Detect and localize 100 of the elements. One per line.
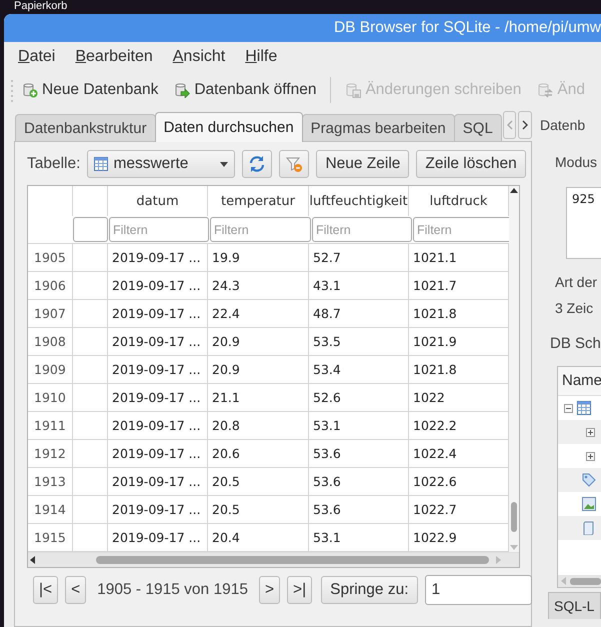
tab[interactable]: SQL-L	[548, 592, 601, 619]
table-cell: 53.4	[309, 356, 409, 383]
table-cell: 53.6	[309, 440, 409, 467]
table-cell: 53.1	[309, 412, 409, 439]
table-cell: 53.1	[309, 524, 409, 551]
row-number: 1910	[28, 384, 73, 411]
scrollbar-thumb[interactable]	[511, 502, 517, 532]
type-label: Art der	[554, 273, 598, 292]
previous-page-button[interactable]: <	[65, 576, 86, 604]
cell-editor[interactable]: 925	[566, 187, 601, 259]
expand-icon[interactable]	[586, 452, 595, 460]
table-icon	[577, 401, 591, 415]
toolbar-button[interactable]: Neue Datenbank	[14, 77, 166, 103]
column-header: Name	[558, 367, 601, 396]
column-header[interactable]: datum	[108, 186, 208, 216]
toolbar-button[interactable]: Datenbank öffnen	[166, 77, 324, 103]
filter-field[interactable]: Filtern	[109, 217, 209, 242]
menu-item[interactable]: Ansicht	[164, 48, 234, 66]
table-cell: 48.7	[309, 300, 409, 327]
row-number: 1915	[28, 524, 73, 551]
table-cell: 20.4	[208, 524, 309, 551]
chevron-right-icon	[522, 120, 528, 130]
tab[interactable]: Daten durchsuchen	[154, 112, 303, 142]
table-cell: 20.9	[208, 356, 309, 383]
menu-item[interactable]: Bearbeiten	[67, 48, 161, 66]
scroll-left-icon	[28, 556, 36, 564]
table-dropdown[interactable]: messwerte	[87, 150, 236, 178]
record-range: 1905 - 1915 von 1915	[97, 581, 248, 599]
next-page-button[interactable]: >	[258, 576, 280, 604]
refresh-icon	[248, 155, 266, 173]
filter-field[interactable]	[73, 217, 108, 242]
row-number: 1906	[28, 272, 73, 299]
row-number: 1914	[28, 496, 73, 523]
table-cell: 52.6	[309, 384, 409, 411]
filter-field[interactable]: Filtern	[312, 217, 412, 242]
collapse-icon[interactable]	[564, 404, 573, 412]
menu-item[interactable]: Hilfe	[237, 48, 286, 66]
image-icon	[582, 497, 596, 511]
dock-title: DB Sch	[549, 334, 601, 354]
table-cell: 2019-09-17 ...	[108, 412, 208, 439]
chevron-left-icon	[506, 120, 513, 130]
vertical-scrollbar[interactable]	[509, 186, 519, 552]
tab[interactable]: Pragmas bearbeiten	[302, 114, 455, 141]
table-cell: 2019-09-17 ...	[108, 272, 208, 299]
table-icon	[94, 157, 108, 171]
last-page-button[interactable]: >|	[287, 576, 312, 604]
table-cell: 2019-09-17 ...	[108, 244, 208, 271]
row-number: 1908	[28, 328, 73, 355]
refresh-button[interactable]	[242, 150, 272, 178]
row-number: 1913	[28, 468, 73, 495]
table-cell: 2019-09-17 ...	[108, 300, 208, 327]
scrollbar-thumb[interactable]	[96, 556, 489, 564]
database-plus-icon	[22, 82, 38, 98]
table-cell: 2019-09-17 ...	[108, 384, 208, 411]
goto-field[interactable]: 1	[424, 575, 532, 605]
window-title: DB Browser for SQLite - /home/pi/umw	[334, 19, 601, 37]
table-cell: 20.5	[208, 496, 309, 523]
row-number: 1907	[28, 300, 73, 327]
tab[interactable]: SQL	[454, 114, 502, 141]
mode-label: Modus	[554, 153, 598, 172]
table-cell: 20.5	[208, 468, 309, 495]
database-arrows-icon	[537, 82, 554, 98]
scroll-right-icon	[495, 556, 503, 564]
table-cell: 53.6	[309, 496, 409, 523]
toolbar-button[interactable]: Zeile löschen	[416, 150, 526, 178]
row-number: 1911	[28, 412, 73, 439]
column-header[interactable]: temperatur	[208, 186, 309, 216]
column-header[interactable]: luftfeuchtigkeit	[309, 186, 409, 216]
table-cell: 2019-09-17 ...	[108, 496, 208, 523]
table-cell: 2019-09-17 ...	[108, 440, 208, 467]
table-cell: 2019-09-17 ...	[108, 524, 208, 551]
row-number: 1912	[28, 440, 73, 467]
scrollbar-thumb[interactable]	[570, 578, 601, 584]
clear-filter-button[interactable]	[279, 150, 310, 178]
toolbar-button[interactable]: Neue Zeile	[316, 150, 410, 178]
table-cell: 20.8	[208, 412, 309, 439]
table-label: Tabelle:	[27, 155, 80, 173]
caret-icon	[220, 162, 228, 166]
scroll-up-icon	[510, 186, 518, 194]
toolbar-grip-icon	[10, 78, 14, 102]
row-number: 1909	[28, 356, 73, 383]
table-cell: 19.9	[208, 244, 309, 271]
filter-field[interactable]: Filtern	[210, 217, 311, 242]
dock-title: Datenb	[540, 116, 586, 135]
funnel-icon	[285, 155, 304, 173]
database-arrow-icon	[174, 82, 190, 98]
expand-icon[interactable]	[586, 428, 595, 436]
desktop-icon-label[interactable]: Papierkorb	[0, 0, 601, 14]
table-cell: 2019-09-17 ...	[108, 356, 208, 383]
table-cell: 53.5	[309, 328, 409, 355]
horizontal-scrollbar[interactable]	[558, 575, 601, 587]
goto-button[interactable]: Springe zu:	[321, 576, 418, 604]
menu-item[interactable]: Datei	[10, 48, 64, 66]
table-cell: 2019-09-17 ...	[108, 328, 208, 355]
tag-icon	[582, 473, 596, 487]
first-page-button[interactable]: |<	[33, 576, 58, 604]
tab-scroll-right-button[interactable]	[518, 111, 532, 139]
tab[interactable]: Datenbankstruktur	[15, 114, 156, 141]
horizontal-scrollbar[interactable]	[28, 552, 519, 567]
table-cell: 24.3	[208, 272, 309, 299]
